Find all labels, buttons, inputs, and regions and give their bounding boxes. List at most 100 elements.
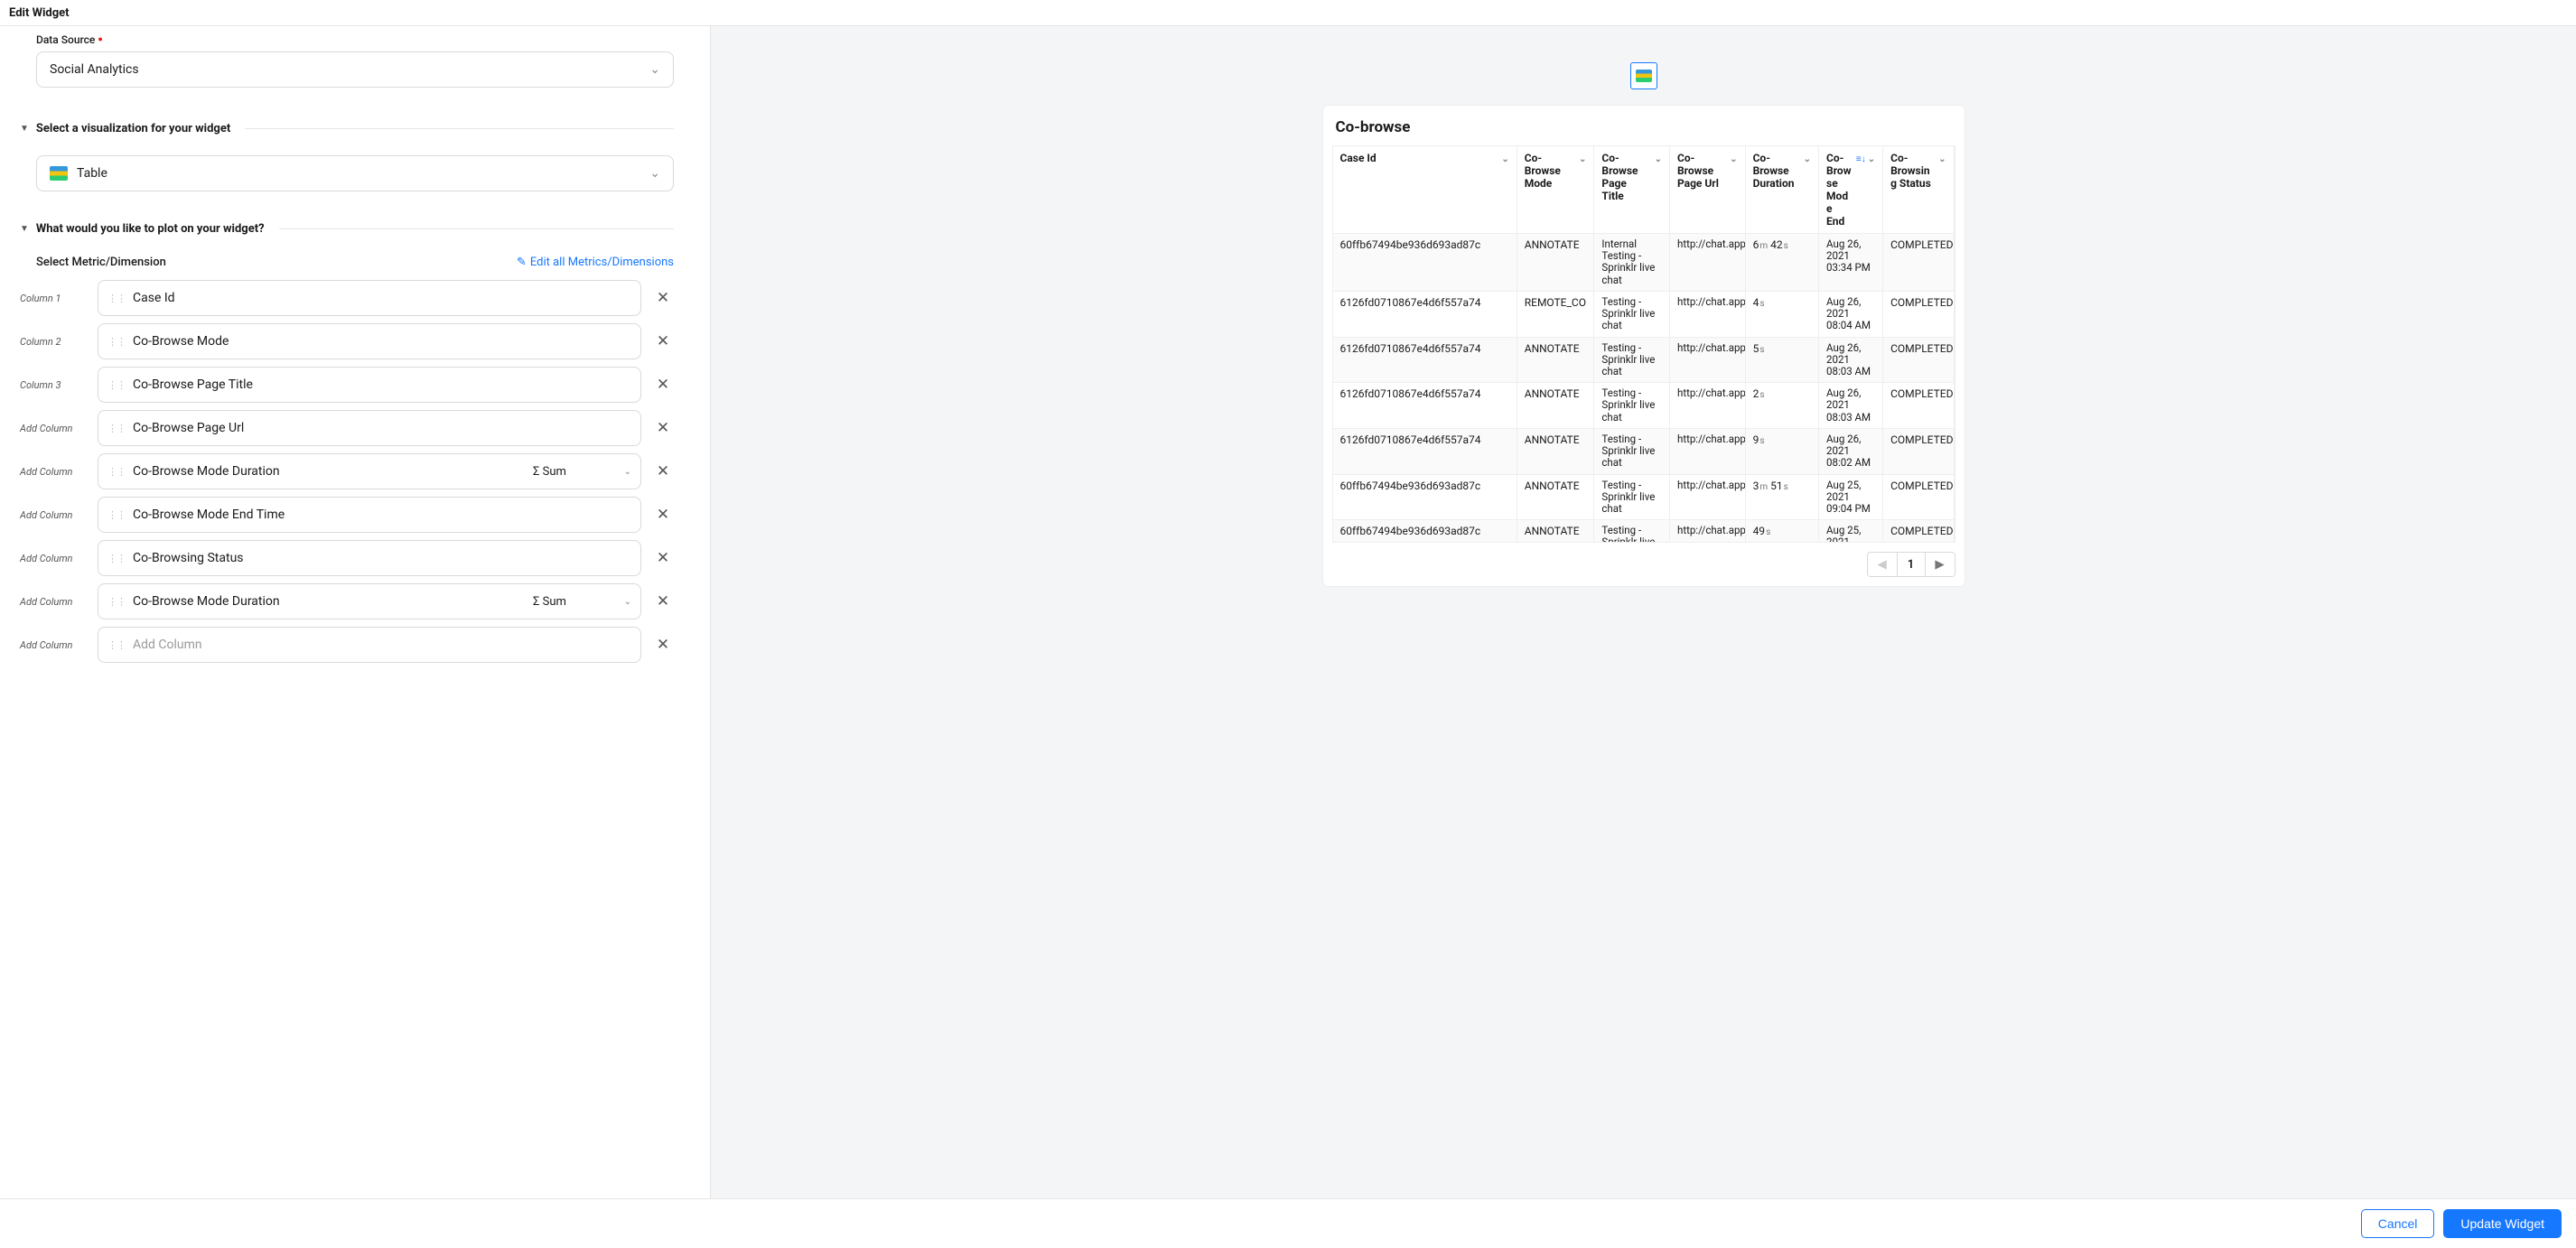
chevron-down-icon[interactable]: ⌄ (1804, 154, 1811, 164)
cell-status: COMPLETED (1883, 337, 1954, 383)
column-value-input[interactable]: ⋮⋮Co-Browse Mode Duration (98, 453, 524, 489)
column-row: Add Column⋮⋮Co-Browsing Status✕ (20, 540, 674, 576)
remove-column-button[interactable]: ✕ (652, 549, 674, 567)
remove-column-button[interactable]: ✕ (652, 376, 674, 394)
cell-case-id: 60ffb67494be936d693ad87c (1333, 234, 1517, 292)
cell-status: COMPLETED (1883, 291, 1954, 337)
table-header[interactable]: Co-Browse Duration⌄ (1745, 146, 1818, 234)
column-value-input[interactable]: ⋮⋮Case Id (98, 280, 641, 316)
aggregation-select[interactable]: Σ Sum⌄ (524, 583, 641, 619)
cell-mode: ANNOTATE (1517, 337, 1594, 383)
cell-case-id: 60ffb67494be936d693ad87c (1333, 520, 1517, 543)
data-source-label: Data Source● (36, 33, 674, 46)
chevron-down-icon: ⌄ (649, 62, 660, 77)
column-label: Column 2 (20, 336, 87, 348)
chevron-down-icon[interactable]: ⌄ (1730, 154, 1737, 164)
viz-type-select[interactable]: Table ⌄ (36, 155, 674, 191)
table-row[interactable]: 60ffb67494be936d693ad87cANNOTATETesting … (1333, 474, 1955, 520)
cell-title: Testing - Sprinklr live chat (1594, 383, 1670, 429)
viz-type-badge[interactable] (1630, 62, 1657, 89)
metric-dimension-label: Select Metric/Dimension (36, 256, 166, 269)
column-value-text: Co-Browse Mode End Time (133, 508, 285, 522)
column-value-input[interactable]: ⋮⋮ Co-Browse Mode End Time (98, 497, 641, 533)
drag-handle-icon[interactable]: ⋮⋮ (107, 423, 126, 434)
table-header[interactable]: Co-Browse Page Title⌄ (1594, 146, 1670, 234)
drag-handle-icon[interactable]: ⋮⋮ (107, 596, 126, 608)
pencil-icon: ✎ (517, 256, 527, 269)
table-header[interactable]: Case Id⌄ (1333, 146, 1517, 234)
chevron-down-icon[interactable]: ⌄ (1868, 154, 1875, 164)
chevron-down-icon[interactable]: ⌄ (1655, 154, 1662, 164)
footer: Cancel Update Widget (0, 1198, 2576, 1248)
remove-column-button[interactable]: ✕ (652, 462, 674, 480)
remove-column-button[interactable]: ✕ (652, 289, 674, 307)
remove-column-button[interactable]: ✕ (652, 419, 674, 437)
drag-handle-icon[interactable]: ⋮⋮ (107, 336, 126, 348)
drag-handle-icon[interactable]: ⋮⋮ (107, 553, 126, 564)
drag-handle-icon[interactable]: ⋮⋮ (107, 466, 126, 478)
column-value-input[interactable]: ⋮⋮Co-Browse Mode (98, 323, 641, 359)
cell-mode: ANNOTATE (1517, 474, 1594, 520)
preview-pane: Co-browse Case Id⌄Co-Browse Mode⌄Co-Brow… (711, 26, 2576, 1198)
config-pane: Data Source● Social Analytics ⌄ ▼ Select… (0, 26, 711, 1198)
column-label: Add Column (20, 466, 87, 478)
table-row[interactable]: 6126fd0710867e4d6f557a74ANNOTATETesting … (1333, 428, 1955, 474)
table-icon (50, 166, 68, 181)
drag-handle-icon[interactable]: ⋮⋮ (107, 509, 126, 521)
cell-duration: 3m 51s (1745, 474, 1818, 520)
prev-page-button[interactable]: ◀ (1868, 553, 1897, 576)
cell-url: http://chat.appId=608ft (1669, 520, 1745, 543)
table-row[interactable]: 6126fd0710867e4d6f557a74ANNOTATETesting … (1333, 383, 1955, 429)
table-header[interactable]: Co-Browsing Status⌄ (1883, 146, 1954, 234)
column-value-input[interactable]: ⋮⋮Co-Browsing Status (98, 540, 641, 576)
table-row[interactable]: 60ffb67494be936d693ad87cANNOTATETesting … (1333, 520, 1955, 543)
column-label: Column 1 (20, 293, 87, 304)
remove-column-button[interactable]: ✕ (652, 506, 674, 524)
column-row: Add Column⋮⋮Co-Browse Mode End Time✕ (20, 497, 674, 533)
column-value-input[interactable]: ⋮⋮ Co-Browse Page Url (98, 410, 641, 446)
cell-end-time: Aug 25, 2021 09:04 PM (1819, 474, 1883, 520)
table-header[interactable]: Co-Browse Mode End≡↓⌄ (1819, 146, 1883, 234)
column-row: Column 1 ⋮⋮Case Id ✕ (20, 280, 674, 316)
preview-table-wrap[interactable]: Case Id⌄Co-Browse Mode⌄Co-Browse Page Ti… (1332, 145, 1955, 543)
remove-column-button[interactable]: ✕ (652, 332, 674, 350)
drag-handle-icon[interactable]: ⋮⋮ (107, 379, 126, 391)
data-source-select[interactable]: Social Analytics ⌄ (36, 51, 674, 88)
table-row[interactable]: 6126fd0710867e4d6f557a74REMOTE_COTesting… (1333, 291, 1955, 337)
page-number: 1 (1897, 553, 1926, 576)
chevron-down-icon[interactable]: ⌄ (1938, 154, 1946, 164)
remove-column-button[interactable]: ✕ (652, 636, 674, 654)
cancel-button[interactable]: Cancel (2361, 1209, 2435, 1238)
column-row: Add Column⋮⋮Co-Browse Mode DurationΣ Sum… (20, 583, 674, 619)
next-page-button[interactable]: ▶ (1926, 553, 1955, 576)
column-value-input[interactable]: ⋮⋮ Add Column (98, 627, 641, 663)
column-value-text: Co-Browse Page Url (133, 421, 244, 435)
cell-end-time: Aug 26, 2021 08:02 AM (1819, 428, 1883, 474)
chevron-down-icon: ⌄ (624, 597, 631, 607)
column-row: Add Column ⋮⋮ Co-Browse Page Url ✕ (20, 410, 674, 446)
aggregation-select[interactable]: Σ Sum⌄ (524, 453, 641, 489)
table-row[interactable]: 60ffb67494be936d693ad87cANNOTATEInternal… (1333, 234, 1955, 292)
viz-section-header[interactable]: ▼ Select a visualization for your widget (20, 118, 674, 139)
cell-end-time: Aug 25, 2021 08:57 PM (1819, 520, 1883, 543)
column-label: Add Column (20, 423, 87, 434)
table-row[interactable]: 6126fd0710867e4d6f557a74ANNOTATETesting … (1333, 337, 1955, 383)
remove-column-button[interactable]: ✕ (652, 592, 674, 610)
plot-section-header[interactable]: ▼ What would you like to plot on your wi… (20, 219, 674, 239)
cell-url: http://chat.appId=608ft (1669, 234, 1745, 292)
column-value-input[interactable]: ⋮⋮Co-Browse Mode Duration (98, 583, 524, 619)
column-value-text: Add Column (133, 638, 202, 652)
update-widget-button[interactable]: Update Widget (2443, 1209, 2562, 1238)
cell-title: Testing - Sprinklr live chat (1594, 520, 1670, 543)
drag-handle-icon[interactable]: ⋮⋮ (107, 293, 126, 304)
chevron-down-icon[interactable]: ⌄ (1579, 154, 1586, 164)
edit-all-metrics-link[interactable]: ✎ Edit all Metrics/Dimensions (517, 256, 674, 269)
column-value-input[interactable]: ⋮⋮Co-Browse Page Title (98, 367, 641, 403)
table-header[interactable]: Co-Browse Page Url⌄ (1669, 146, 1745, 234)
chevron-down-icon[interactable]: ⌄ (1501, 154, 1508, 164)
chevron-down-icon: ⌄ (624, 467, 631, 477)
cell-end-time: Aug 26, 2021 03:34 PM (1819, 234, 1883, 292)
table-header[interactable]: Co-Browse Mode⌄ (1517, 146, 1594, 234)
drag-handle-icon[interactable]: ⋮⋮ (107, 639, 126, 651)
cell-mode: REMOTE_CO (1517, 291, 1594, 337)
